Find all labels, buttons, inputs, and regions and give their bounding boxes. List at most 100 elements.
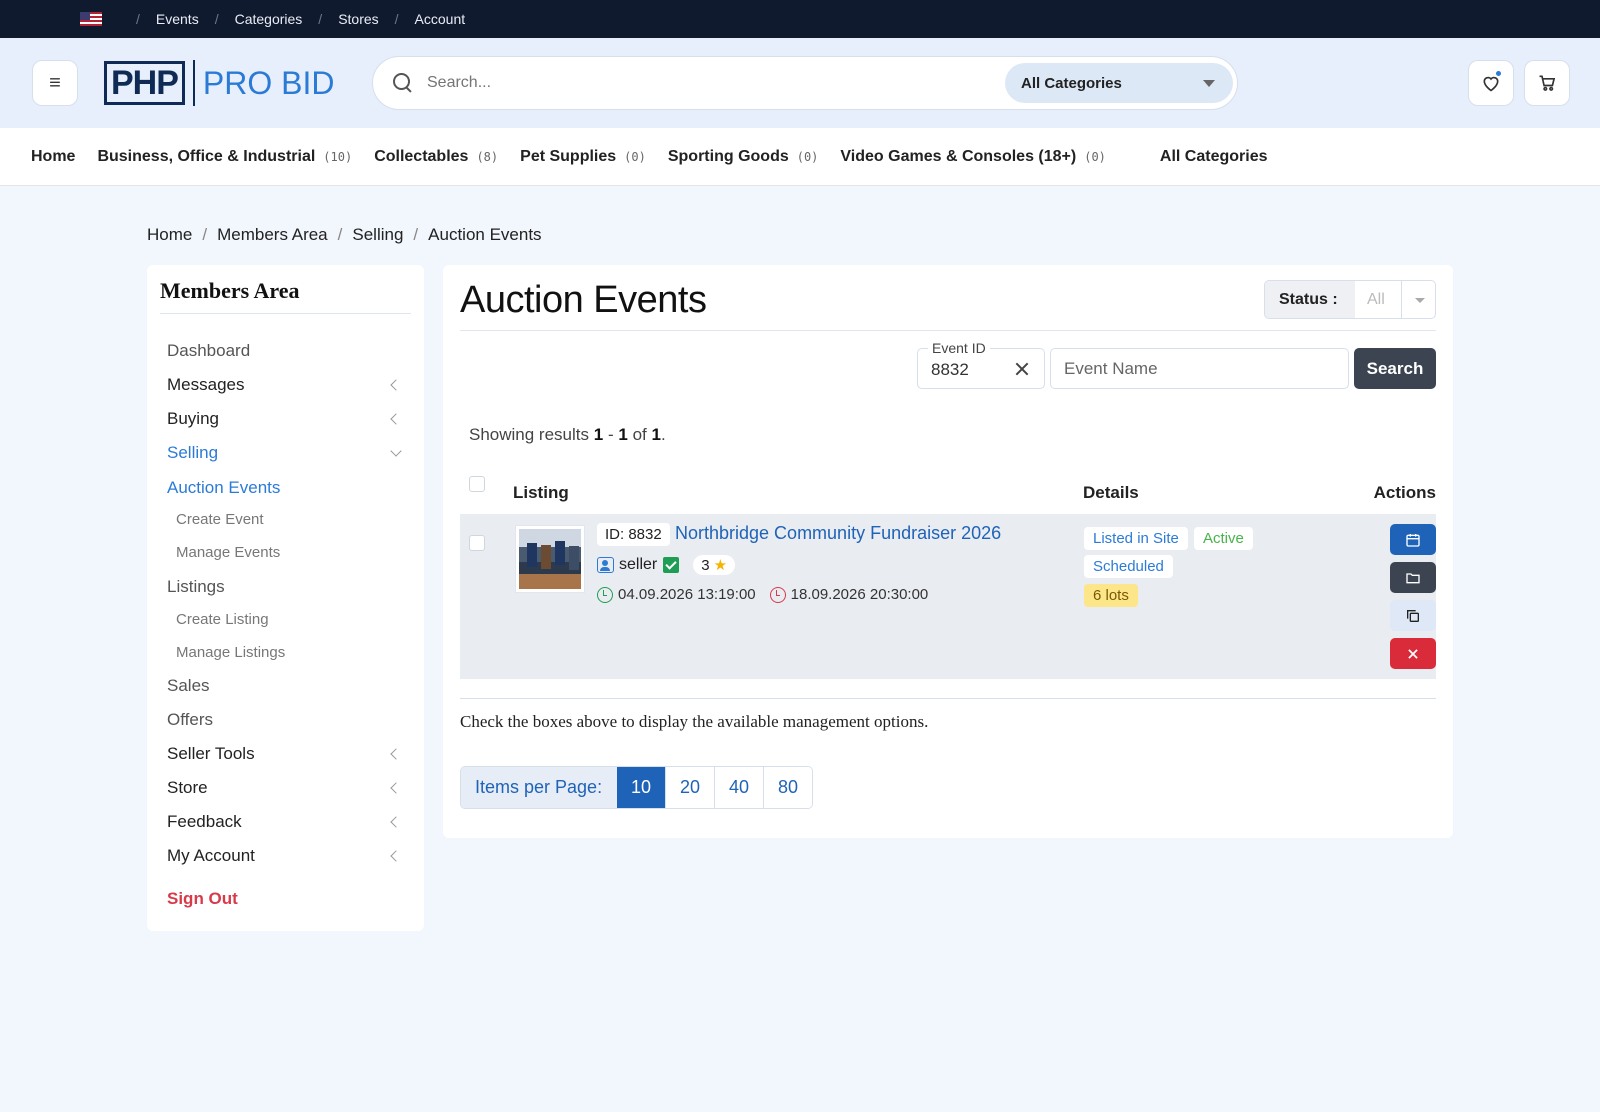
- catnav-item[interactable]: Video Games & Consoles (18+) (0): [840, 148, 1105, 166]
- table-row: ID: 8832 Northbridge Community Fundraise…: [460, 514, 1436, 679]
- chevron-left-icon: [390, 850, 402, 862]
- table-header: Listing Details Actions: [460, 469, 1436, 507]
- per-page-option-40[interactable]: 40: [714, 767, 763, 808]
- sidebar-item-create-event[interactable]: Create Event: [176, 511, 400, 528]
- sidebar-item-auction-events[interactable]: Auction Events: [167, 478, 400, 498]
- breadcrumb-home[interactable]: Home: [147, 225, 192, 245]
- row-checkbox[interactable]: [469, 535, 485, 551]
- event-id-label: Event ID: [928, 340, 990, 356]
- items-per-page: Items per Page: 10 20 40 80: [460, 766, 813, 809]
- sidebar-title: Members Area: [160, 278, 300, 303]
- close-icon: [1408, 648, 1418, 659]
- sidebar-item-sign-out[interactable]: Sign Out: [167, 889, 400, 909]
- logo-probid: PRO BID: [202, 64, 335, 101]
- search-input[interactable]: [427, 74, 987, 92]
- chevron-left-icon: [390, 748, 402, 760]
- start-date: 04.09.2026 13:19:00: [618, 586, 756, 603]
- site-header: ≡ PHP PRO BID All Categories: [0, 38, 1600, 128]
- copy-button[interactable]: [1390, 600, 1436, 631]
- sidebar-item-manage-listings[interactable]: Manage Listings: [176, 644, 400, 661]
- sidebar-item-sales[interactable]: Sales: [167, 676, 400, 696]
- sidebar-item-dashboard[interactable]: Dashboard: [167, 341, 400, 361]
- wishlist-button[interactable]: [1468, 60, 1514, 106]
- sidebar-item-my-account[interactable]: My Account: [167, 846, 402, 866]
- sidebar-item-buying[interactable]: Buying: [167, 409, 402, 429]
- status-label: Status :: [1265, 281, 1355, 318]
- clear-icon[interactable]: [1014, 361, 1030, 377]
- header-details: Details: [1083, 483, 1139, 502]
- page-title: Auction Events: [460, 279, 707, 321]
- search-button[interactable]: Search: [1354, 348, 1436, 389]
- listing-id: ID: 8832: [597, 523, 670, 546]
- catnav-all-categories[interactable]: All Categories: [1160, 148, 1268, 166]
- main-panel: Auction Events Status : All Event ID 883…: [443, 265, 1453, 838]
- delete-button[interactable]: [1390, 638, 1436, 669]
- end-clock-icon: [769, 586, 786, 603]
- status-value: All: [1367, 290, 1385, 308]
- cart-button[interactable]: [1524, 60, 1570, 106]
- sidebar-item-selling[interactable]: Selling: [167, 443, 402, 463]
- header-listing: Listing: [513, 483, 569, 502]
- top-bar: / Events / Categories / Stores / Account: [0, 0, 1600, 38]
- folder-button[interactable]: [1390, 562, 1436, 593]
- chevron-left-icon: [390, 782, 402, 794]
- topbar-link-stores[interactable]: Stores: [338, 11, 378, 27]
- management-note: Check the boxes above to display the ava…: [460, 712, 929, 731]
- sidebar-item-manage-events[interactable]: Manage Events: [176, 544, 400, 561]
- event-id-field[interactable]: Event ID 8832: [917, 340, 1045, 389]
- chevron-left-icon: [390, 379, 402, 391]
- badge-active: Active: [1194, 527, 1253, 550]
- menu-icon[interactable]: ≡: [32, 60, 78, 106]
- per-page-option-10[interactable]: 10: [617, 767, 665, 808]
- category-select[interactable]: All Categories: [1005, 63, 1233, 103]
- breadcrumb-selling[interactable]: Selling: [352, 225, 403, 245]
- user-icon: [597, 557, 614, 573]
- per-page-option-20[interactable]: 20: [665, 767, 714, 808]
- caret-down-icon: [1401, 281, 1435, 318]
- status-filter[interactable]: Status : All: [1264, 280, 1436, 319]
- breadcrumb: Home / Members Area / Selling / Auction …: [147, 225, 542, 245]
- results-count: Showing results 1 - 1 of 1.: [469, 425, 666, 444]
- sidebar-item-create-listing[interactable]: Create Listing: [176, 611, 400, 628]
- sidebar-item-feedback[interactable]: Feedback: [167, 812, 402, 832]
- us-flag-icon[interactable]: [80, 12, 102, 26]
- listing-title-link[interactable]: Northbridge Community Fundraiser 2026: [675, 523, 1001, 544]
- topbar-link-categories[interactable]: Categories: [235, 11, 303, 27]
- catnav-item[interactable]: Sporting Goods (0): [668, 148, 819, 166]
- items-per-page-label: Items per Page:: [461, 767, 617, 808]
- chevron-left-icon: [390, 413, 402, 425]
- logo-php: PHP: [104, 61, 185, 105]
- listing-thumbnail[interactable]: [515, 525, 585, 593]
- catnav-item[interactable]: Business, Office & Industrial (10): [97, 148, 352, 166]
- event-name-input[interactable]: [1050, 348, 1349, 389]
- topbar-link-events[interactable]: Events: [156, 11, 199, 27]
- caret-down-icon: [1203, 80, 1215, 87]
- catnav-home[interactable]: Home: [31, 148, 75, 166]
- calendar-icon: [1406, 533, 1420, 547]
- sidebar-item-offers[interactable]: Offers: [167, 710, 400, 730]
- seller-rating[interactable]: 3 ★: [693, 555, 736, 575]
- catnav-item[interactable]: Collectables (8): [374, 148, 498, 166]
- site-logo[interactable]: PHP PRO BID: [104, 59, 335, 107]
- seller-info: seller 3 ★: [597, 555, 736, 575]
- start-clock-icon: [597, 586, 613, 603]
- catnav-item[interactable]: Pet Supplies (0): [520, 148, 646, 166]
- badge-scheduled: Scheduled: [1084, 555, 1173, 578]
- seller-name[interactable]: seller: [619, 556, 657, 574]
- cart-icon: [1539, 75, 1556, 91]
- event-id-value: 8832: [931, 360, 969, 379]
- breadcrumb-members-area[interactable]: Members Area: [217, 225, 328, 245]
- badge-lots: 6 lots: [1084, 584, 1138, 607]
- sidebar-item-messages[interactable]: Messages: [167, 375, 402, 395]
- verified-check-icon: [663, 557, 680, 573]
- sidebar-item-seller-tools[interactable]: Seller Tools: [167, 744, 402, 764]
- topbar-link-account[interactable]: Account: [415, 11, 466, 27]
- per-page-option-80[interactable]: 80: [763, 767, 812, 808]
- sidebar-item-store[interactable]: Store: [167, 778, 402, 798]
- sidebar-item-listings[interactable]: Listings: [167, 577, 400, 597]
- folder-icon: [1406, 572, 1420, 583]
- breadcrumb-current: Auction Events: [428, 225, 542, 244]
- calendar-button[interactable]: [1390, 524, 1436, 555]
- heart-icon: [1483, 76, 1499, 92]
- select-all-checkbox[interactable]: [469, 476, 485, 492]
